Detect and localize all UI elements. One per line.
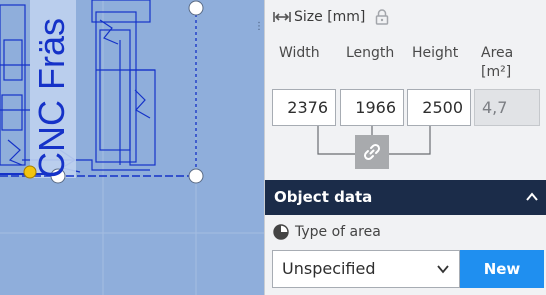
width-label: Width	[279, 45, 320, 61]
link-connector-lines	[317, 126, 431, 155]
new-area-type-button[interactable]: New	[460, 250, 544, 288]
height-input[interactable]: 2500	[407, 89, 471, 126]
resize-horizontal-icon	[273, 12, 291, 22]
pie-chart-icon	[273, 224, 289, 240]
type-of-area-label: Type of area	[295, 224, 381, 240]
size-section-header: Size [mm]	[273, 9, 389, 25]
drawing-canvas[interactable]: CNC Fräs ⋮	[0, 0, 264, 295]
drag-handle-dots[interactable]: ⋮	[254, 22, 264, 44]
chevron-up-icon[interactable]	[525, 190, 539, 204]
object-data-header[interactable]: Object data	[265, 180, 546, 215]
area-unit-label: [m²]	[481, 64, 512, 80]
area-value: 4,7	[474, 89, 540, 126]
lock-icon[interactable]	[375, 9, 389, 25]
length-label: Length	[346, 45, 395, 61]
chevron-down-icon	[437, 265, 449, 274]
area-label: Area	[481, 45, 514, 61]
width-input[interactable]: 2376	[272, 89, 336, 126]
size-title: Size [mm]	[294, 9, 366, 25]
height-label: Height	[412, 45, 459, 61]
link-dimensions-button[interactable]	[355, 135, 389, 169]
area-type-select[interactable]: Unspecified	[272, 250, 460, 288]
length-input[interactable]: 1966	[340, 89, 404, 126]
canvas-object-label[interactable]: CNC Fräs	[31, 0, 72, 178]
properties-panel: Size [mm] Width Length Height Area [m²] …	[264, 0, 546, 295]
dimension-column-labels: Width Length Height Area [m²]	[265, 45, 546, 85]
area-type-value: Unspecified	[282, 259, 376, 278]
object-data-title: Object data	[274, 188, 373, 206]
type-of-area-label-row: Type of area	[273, 224, 381, 240]
link-icon	[363, 143, 381, 161]
